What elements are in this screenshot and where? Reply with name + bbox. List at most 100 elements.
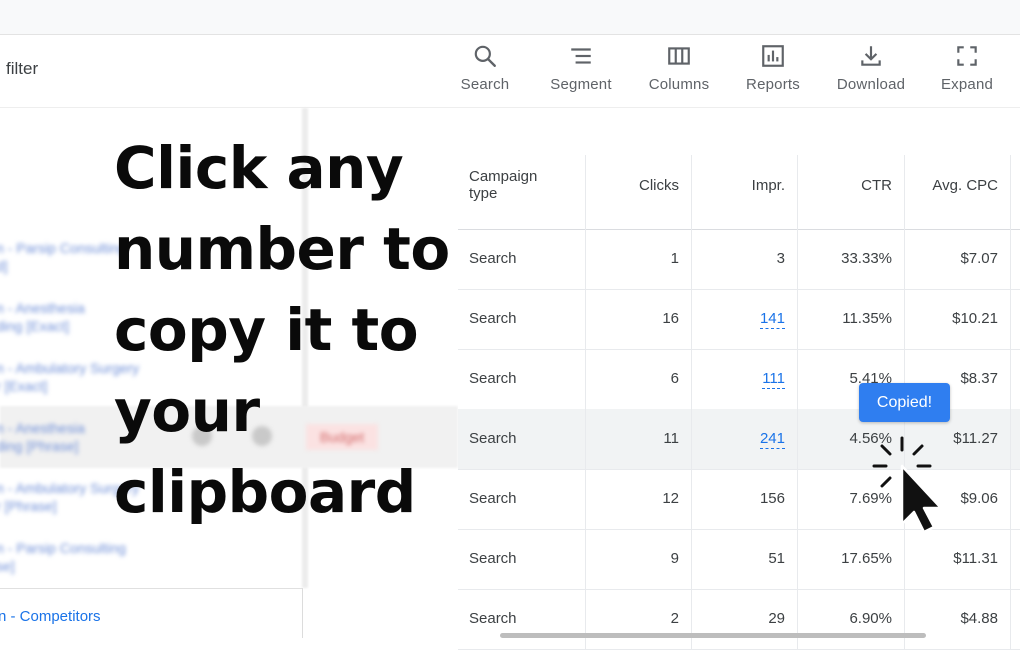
cell-clicks[interactable]: 6 xyxy=(586,349,692,409)
cell-clicks-value[interactable]: 9 xyxy=(671,550,679,567)
expand-button[interactable]: Expand xyxy=(922,43,1012,93)
campaign-name: n - Anesthesia xyxy=(0,420,85,436)
cell-clicks[interactable]: 12 xyxy=(586,469,692,529)
cell-campaign-type-value: Search xyxy=(469,310,517,327)
cell-ctr-value[interactable]: 11.35% xyxy=(842,310,892,327)
cell-campaign-type: Search xyxy=(458,469,586,529)
cell-avg-cpc-value[interactable]: $11.31 xyxy=(953,550,998,567)
search-button-label: Search xyxy=(460,76,510,93)
cell-avg-cpc-value[interactable]: $4.88 xyxy=(960,610,998,627)
cell-impr[interactable]: 241 xyxy=(692,409,798,469)
segment-icon xyxy=(571,48,591,64)
table-row: Search 1 3 33.33% $7.07 xyxy=(458,229,1020,290)
table-row: Search 2 29 6.90% $4.88 xyxy=(458,589,1020,650)
columns-button[interactable]: Columns xyxy=(634,43,724,93)
headline-line: clipboard xyxy=(114,458,416,526)
header-impr[interactable]: Impr. xyxy=(692,155,798,229)
header-ctr[interactable]: CTR xyxy=(798,155,905,229)
cell-avg-cpc-value[interactable]: $10.21 xyxy=(952,310,998,327)
cell-impr-value[interactable]: 29 xyxy=(768,610,785,627)
cell-clicks-value[interactable]: 2 xyxy=(671,610,679,627)
cell-campaign-type-value: Search xyxy=(469,490,517,507)
cell-avg-cpc-value[interactable]: $9.06 xyxy=(960,490,998,507)
headline-line: number to xyxy=(114,215,450,283)
reports-button-label: Reports xyxy=(746,76,800,93)
download-button[interactable]: Download xyxy=(826,43,916,93)
search-icon xyxy=(474,45,496,67)
cell-campaign-type: Search xyxy=(458,409,586,469)
campaign-name: n - Anesthesia xyxy=(0,300,85,316)
cell-clicks-value[interactable]: 1 xyxy=(671,250,679,267)
download-button-label: Download xyxy=(836,76,906,93)
cell-avg-cpc[interactable]: $10.21 xyxy=(905,289,1011,349)
campaign-name-suffix: r [Phrase] xyxy=(0,498,57,514)
expand-icon xyxy=(957,46,977,66)
campaign-name-suffix: ding [Exact] xyxy=(0,318,70,334)
cell-clicks[interactable]: 16 xyxy=(586,289,692,349)
cell-campaign-type: Search xyxy=(458,349,586,409)
cell-impr-value[interactable]: 141 xyxy=(759,310,785,329)
columns-button-label: Columns xyxy=(648,76,710,93)
table-row: Search 16 141 11.35% $10.21 xyxy=(458,289,1020,350)
table-toolbar: filter Search Segment Columns Reports Do… xyxy=(0,35,1020,108)
cell-clicks-value[interactable]: 12 xyxy=(662,490,679,507)
expand-button-label: Expand xyxy=(940,76,994,93)
cell-avg-cpc-value[interactable]: $7.07 xyxy=(960,250,998,267)
cell-impr[interactable]: 29 xyxy=(692,589,798,649)
cell-ctr[interactable]: 6.90% xyxy=(798,589,905,649)
campaign-name: n - Parsip Consulting xyxy=(0,540,126,556)
cell-clicks[interactable]: 2 xyxy=(586,589,692,649)
campaign-name-suffix: d] xyxy=(0,258,8,274)
cell-campaign-type: Search xyxy=(458,229,586,289)
cell-impr[interactable]: 3 xyxy=(692,229,798,289)
cell-clicks[interactable]: 11 xyxy=(586,409,692,469)
promo-headline: Click any number to copy it to your clip… xyxy=(114,128,454,533)
campaign-link-competitors[interactable]: n - Competitors xyxy=(0,608,101,625)
mouse-cursor-icon xyxy=(872,436,943,534)
horizontal-scrollbar[interactable] xyxy=(500,633,926,638)
cell-ctr[interactable]: 11.35% xyxy=(798,289,905,349)
header-campaign-type[interactable]: Campaign type xyxy=(458,155,586,229)
headline-line: copy it to xyxy=(114,296,419,364)
cell-avg-cpc[interactable]: $7.07 xyxy=(905,229,1011,289)
segment-button-label: Segment xyxy=(550,76,612,93)
search-button[interactable]: Search xyxy=(440,43,530,93)
cell-campaign-type-value: Search xyxy=(469,610,517,627)
cell-ctr-value[interactable]: 6.90% xyxy=(849,610,892,627)
cell-campaign-type-value: Search xyxy=(469,370,517,387)
columns-icon xyxy=(668,47,690,65)
cell-impr[interactable]: 51 xyxy=(692,529,798,589)
cell-impr[interactable]: 156 xyxy=(692,469,798,529)
cell-impr-value[interactable]: 51 xyxy=(768,550,785,567)
cell-ctr-value[interactable]: 17.65% xyxy=(841,550,892,567)
row-divider xyxy=(0,588,302,589)
cell-clicks-value[interactable]: 11 xyxy=(663,430,679,447)
cell-avg-cpc-value[interactable]: $8.37 xyxy=(960,370,998,387)
cell-clicks[interactable]: 9 xyxy=(586,529,692,589)
filter-label[interactable]: filter xyxy=(6,59,38,79)
column-divider xyxy=(302,588,303,638)
segment-button[interactable]: Segment xyxy=(536,43,626,93)
header-avg-cpc[interactable]: Avg. CPC xyxy=(905,155,1011,229)
headline-line: your xyxy=(114,377,260,445)
cell-impr-value[interactable]: 156 xyxy=(760,490,785,507)
cell-impr-value[interactable]: 111 xyxy=(762,370,785,389)
cell-clicks-value[interactable]: 6 xyxy=(671,370,679,387)
cell-clicks[interactable]: 1 xyxy=(586,229,692,289)
campaign-name-suffix: r [Exact] xyxy=(0,378,48,394)
campaign-name-suffix: se] xyxy=(0,558,15,574)
cell-impr-value[interactable]: 241 xyxy=(759,430,785,449)
header-clicks[interactable]: Clicks xyxy=(586,155,692,229)
cell-ctr[interactable]: 33.33% xyxy=(798,229,905,289)
cell-avg-cpc-value[interactable]: $11.27 xyxy=(953,430,998,447)
campaign-name-row[interactable]: n - Parsip Consulting se] xyxy=(0,540,300,578)
cell-ctr-value[interactable]: 33.33% xyxy=(841,250,892,267)
cell-campaign-type: Search xyxy=(458,289,586,349)
campaign-name: n - Parsip Consulting xyxy=(0,240,126,256)
cell-clicks-value[interactable]: 16 xyxy=(662,310,679,327)
cell-impr[interactable]: 141 xyxy=(692,289,798,349)
cell-impr-value[interactable]: 3 xyxy=(777,250,785,267)
cell-avg-cpc[interactable]: $4.88 xyxy=(905,589,1011,649)
cell-impr[interactable]: 111 xyxy=(692,349,798,409)
reports-button[interactable]: Reports xyxy=(728,43,818,93)
